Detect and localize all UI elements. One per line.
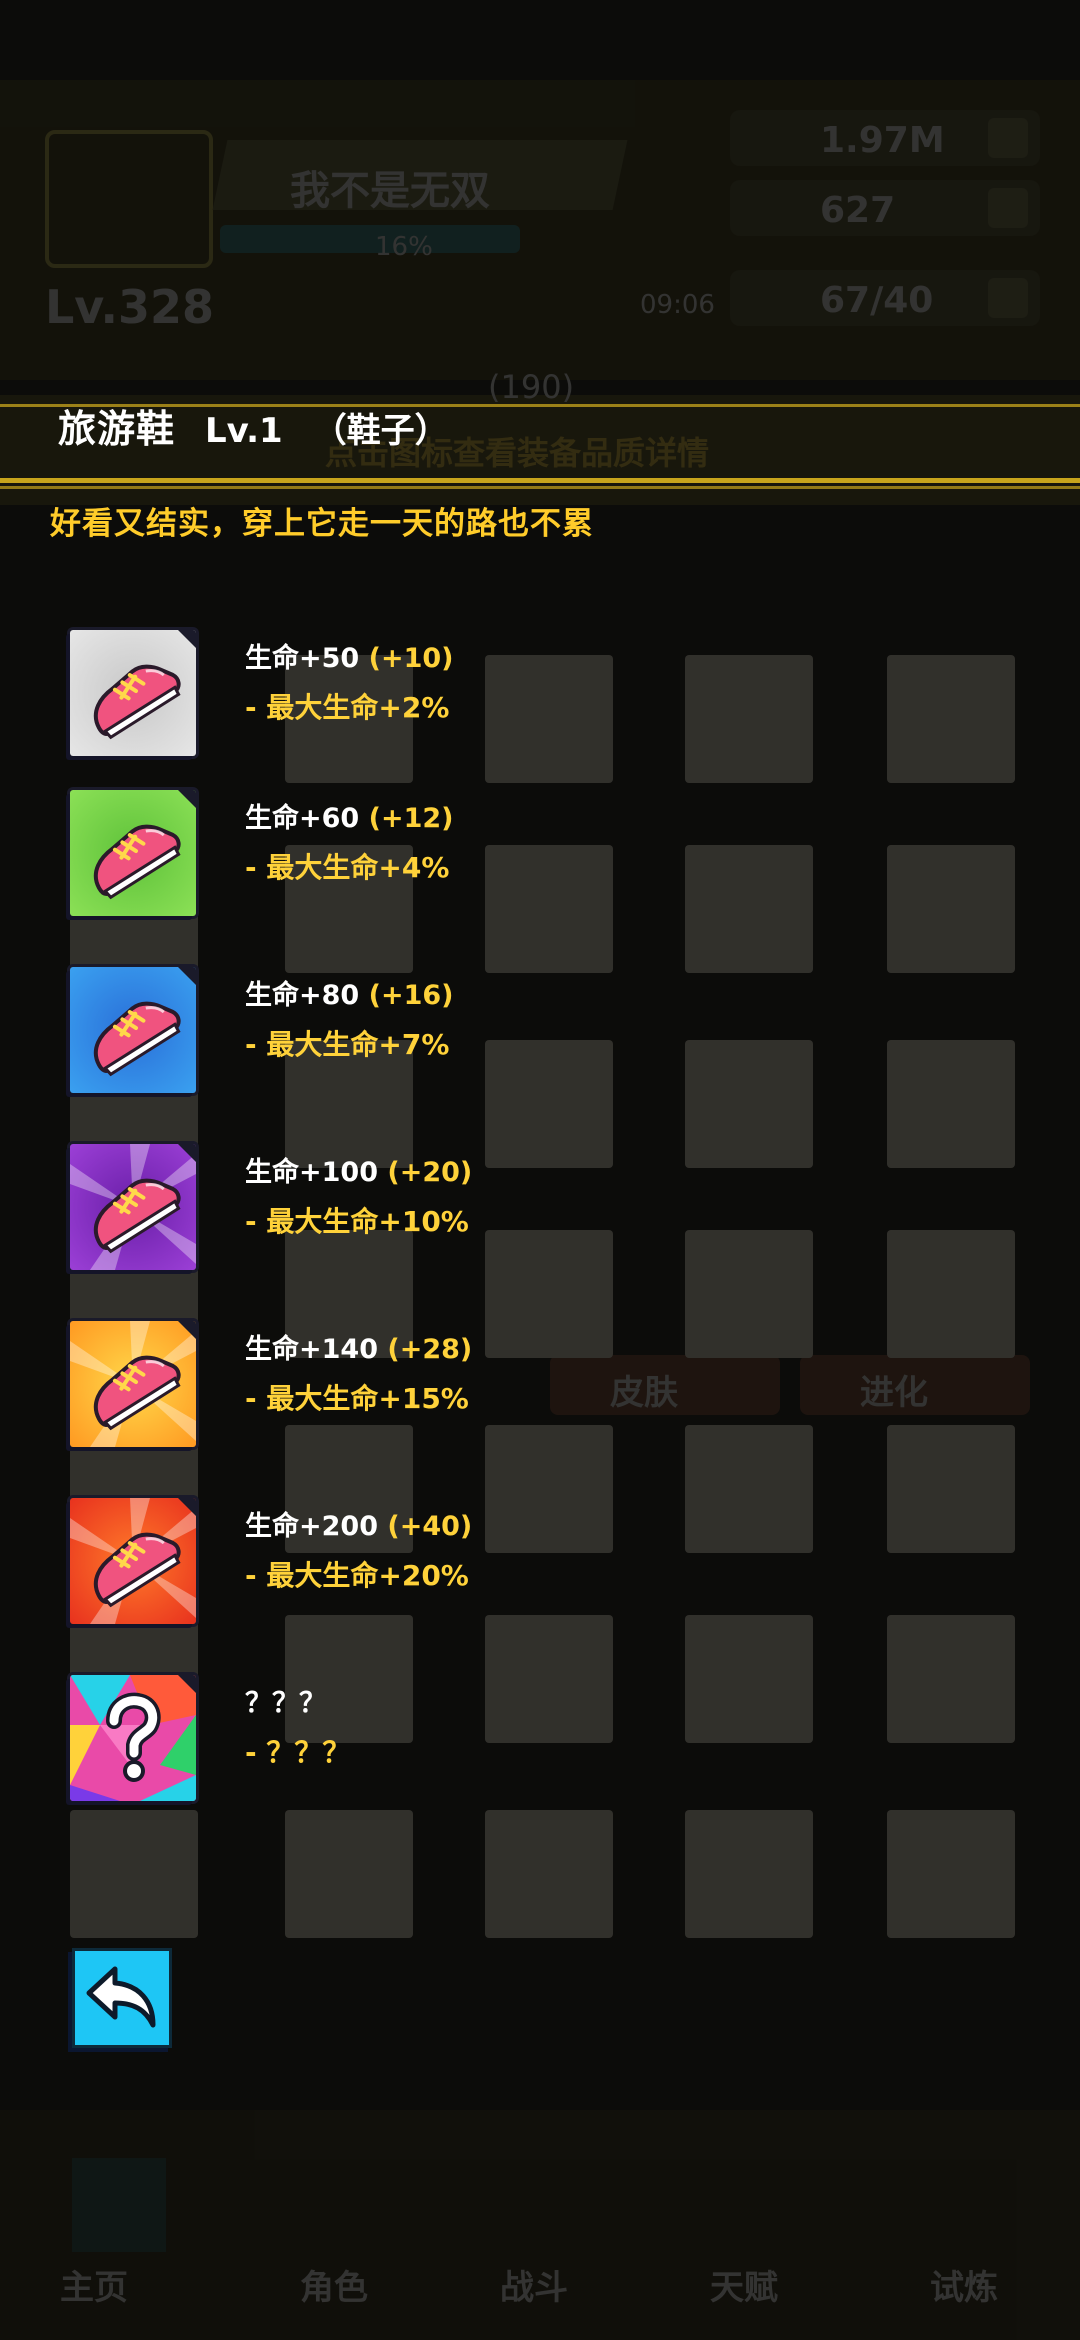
gold-divider-thin <box>0 486 1080 489</box>
bg-avatar <box>45 130 213 268</box>
pink-sneaker-icon <box>70 1498 196 1624</box>
bg-nav-talent: 天赋 <box>710 2268 778 2308</box>
bg-nav-role: 角色 <box>300 2268 368 2308</box>
tier-maxhp-stat: - 最大生命+15% <box>245 1382 469 1415</box>
tier-hp-stat: ？？？ <box>245 1688 326 1719</box>
bg-equipment-cell <box>887 1810 1015 1938</box>
tier-hp-stat: 生命+100 (+20) <box>245 1157 473 1188</box>
tier-maxhp-stat: - 最大生命+10% <box>245 1205 469 1238</box>
tier-row-white: 生命+50 (+10) - 最大生命+2% <box>70 630 970 760</box>
gold-divider <box>0 478 1080 483</box>
tier-maxhp-stat: - 最大生命+20% <box>245 1559 469 1592</box>
bg-equipment-cell <box>485 1810 613 1938</box>
tier-icon[interactable] <box>70 790 196 916</box>
item-name: 旅游鞋 <box>58 407 176 451</box>
tier-maxhp-stat: - 最大生命+4% <box>245 851 450 884</box>
tier-hp-stat: 生命+50 (+10) <box>245 643 454 674</box>
bg-equipment-cell <box>70 1810 198 1938</box>
bg-equipment-cell <box>685 1810 813 1938</box>
tier-icon[interactable] <box>70 1498 196 1624</box>
tier-hp-stat: 生命+80 (+16) <box>245 980 454 1011</box>
bg-player-level: Lv.328 <box>45 280 215 334</box>
tier-icon[interactable] <box>70 1321 196 1447</box>
tier-hp-stat: 生命+60 (+12) <box>245 803 454 834</box>
tier-row-purple: 生命+100 (+20) - 最大生命+10% <box>70 1144 970 1274</box>
tier-icon[interactable] <box>70 967 196 1093</box>
tier-row-red: 生命+200 (+40) - 最大生命+20% <box>70 1498 970 1628</box>
bg-player-name: 我不是无双 <box>290 168 490 214</box>
pink-sneaker-icon <box>70 967 196 1093</box>
item-title-row: 旅游鞋 Lv.1 （鞋子） <box>58 398 449 453</box>
bg-equipment-cell <box>285 1810 413 1938</box>
tier-hp-stat: 生命+140 (+28) <box>245 1334 473 1365</box>
bg-nav-home: 主页 <box>60 2268 128 2308</box>
item-level: Lv.1 <box>205 411 283 451</box>
tier-row-green: 生命+60 (+12) - 最大生命+4% <box>70 790 970 920</box>
bg-nav-trial: 试炼 <box>930 2268 998 2308</box>
item-type: （鞋子） <box>312 411 449 451</box>
bg-resource-energy: 67/40 <box>730 270 1040 326</box>
tier-icon[interactable] <box>70 630 196 756</box>
pink-sneaker-icon <box>70 630 196 756</box>
bg-back-button <box>72 2158 166 2252</box>
tier-maxhp-stat: - 最大生命+7% <box>245 1028 450 1061</box>
bg-nav-battle: 战斗 <box>500 2268 568 2308</box>
tier-maxhp-stat: - 最大生命+2% <box>245 691 450 724</box>
tier-row-orange: 生命+140 (+28) - 最大生命+15% <box>70 1321 970 1451</box>
bg-timer: 09:06 <box>640 290 715 320</box>
question-mark-icon <box>70 1675 196 1801</box>
back-button[interactable] <box>72 1948 172 2048</box>
pink-sneaker-icon <box>70 1321 196 1447</box>
tier-hp-stat: 生命+200 (+40) <box>245 1511 473 1542</box>
item-description: 好看又结实，穿上它走一天的路也不累 <box>50 506 594 542</box>
pink-sneaker-icon <box>70 790 196 916</box>
pink-sneaker-icon <box>70 1144 196 1270</box>
bg-resource-gems: 627 <box>730 180 1040 236</box>
tier-icon[interactable] <box>70 1675 196 1801</box>
bg-resource-coins: 1.97M <box>730 110 1040 166</box>
tier-maxhp-stat: - ？？？ <box>245 1736 351 1769</box>
bg-count: (190) <box>488 368 575 406</box>
bg-exp-text: 16% <box>375 232 433 262</box>
tier-row-rainbow: ？？？ - ？？？ <box>70 1675 970 1805</box>
tier-icon[interactable] <box>70 1144 196 1270</box>
back-arrow-icon <box>86 1966 156 2028</box>
bg-exp-bar <box>220 225 520 253</box>
tier-row-blue: 生命+80 (+16) - 最大生命+7% <box>70 967 970 1097</box>
